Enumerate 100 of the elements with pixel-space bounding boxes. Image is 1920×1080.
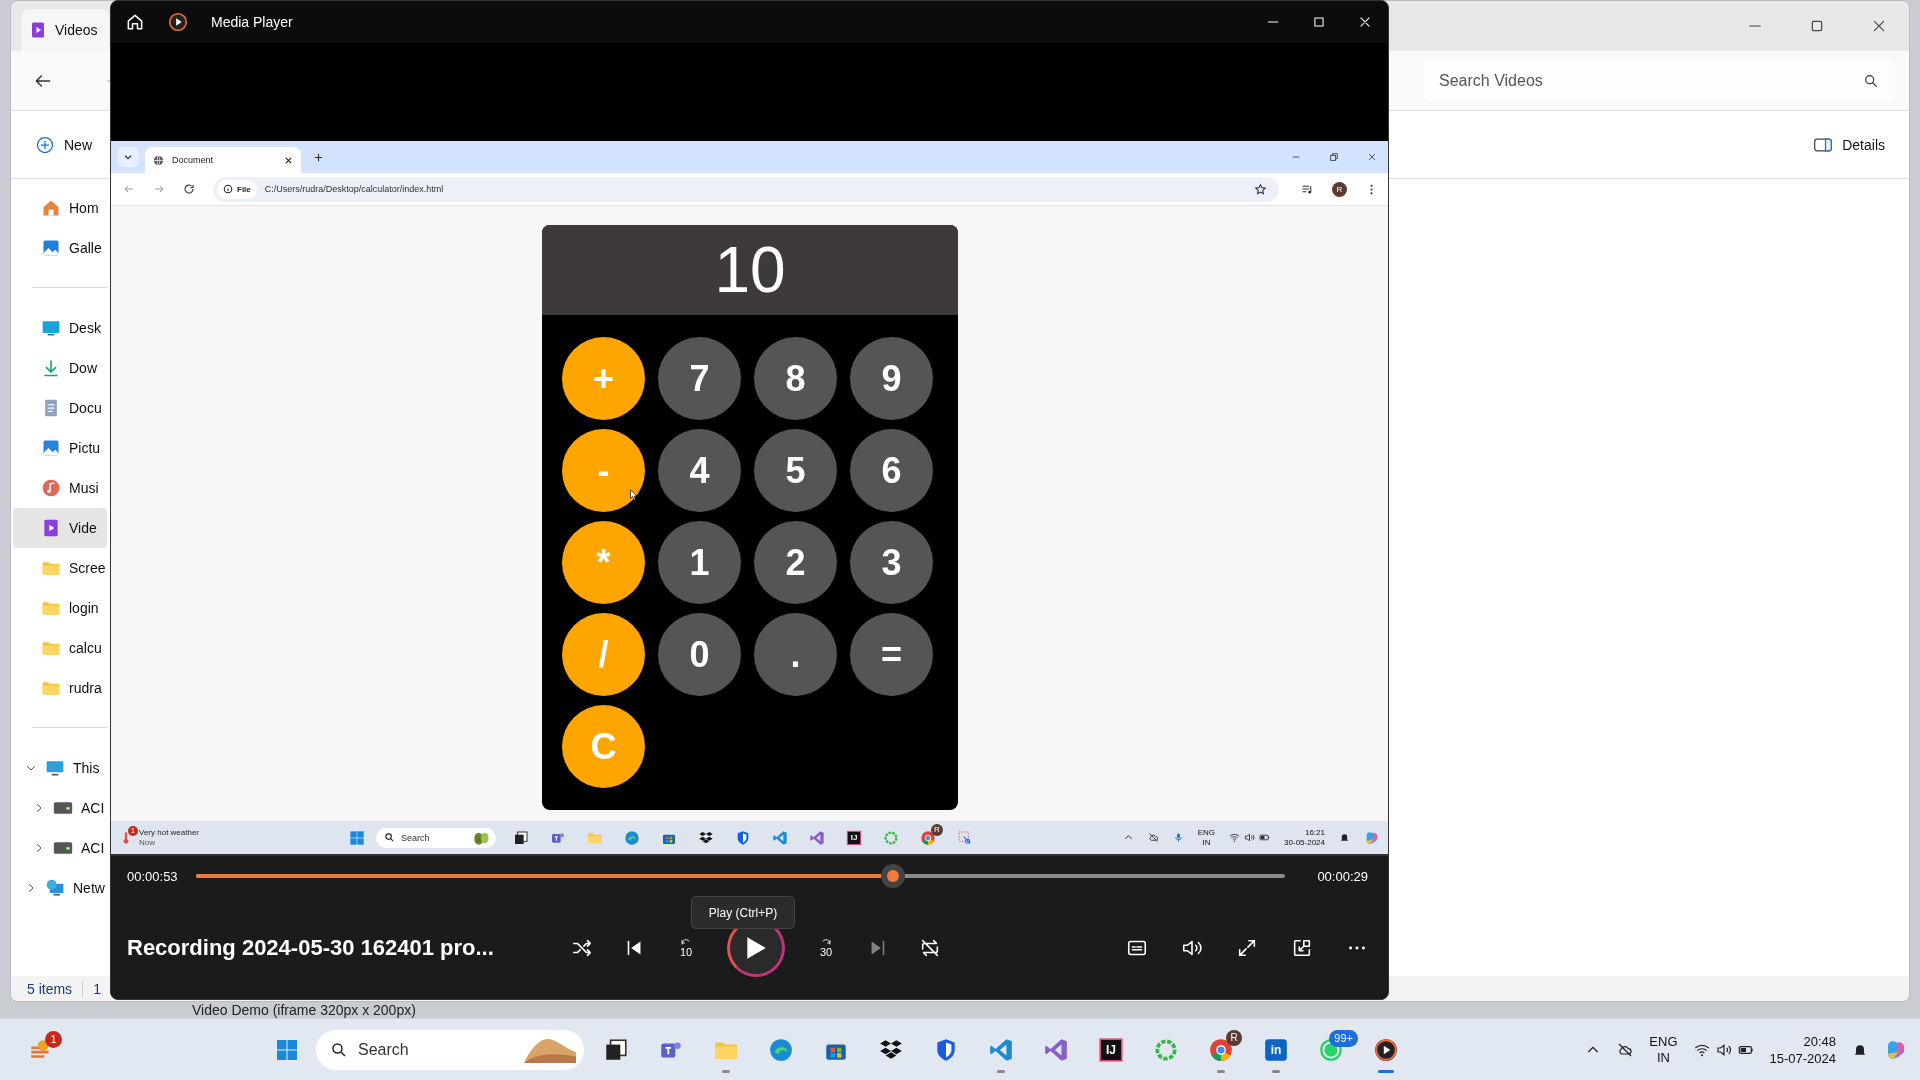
- infinity-icon[interactable]: [1043, 1036, 1069, 1063]
- plus-icon[interactable]: [313, 151, 324, 163]
- clock[interactable]: 16:21 30-05-2024: [1284, 827, 1325, 848]
- search-icon: [384, 832, 395, 843]
- nav-item[interactable]: ACI: [13, 828, 107, 868]
- nav-item[interactable]: Netw: [13, 868, 107, 908]
- language-indicator[interactable]: ENG IN: [1649, 1033, 1678, 1066]
- bell-icon[interactable]: [1339, 832, 1350, 843]
- site-info-chip[interactable]: File: [217, 179, 257, 199]
- nav-item[interactable]: Vide: [13, 508, 107, 548]
- calculator-key[interactable]: .: [754, 613, 837, 696]
- microphone-icon[interactable]: [1172, 832, 1184, 843]
- shield-icon[interactable]: [735, 829, 751, 846]
- calculator-key[interactable]: 3: [850, 521, 933, 604]
- skip-back-button[interactable]: 10: [675, 937, 697, 958]
- search-field[interactable]: Search: [376, 827, 496, 848]
- nav-item[interactable]: Scree: [13, 548, 107, 588]
- calculator-key[interactable]: 2: [754, 521, 837, 604]
- nav-item[interactable]: Pictu: [13, 428, 107, 468]
- cloud-off-icon[interactable]: [1617, 1041, 1634, 1058]
- windows-stack-icon[interactable]: [513, 829, 529, 846]
- reload-icon[interactable]: [183, 183, 195, 195]
- home-icon[interactable]: [125, 12, 145, 32]
- browser-icon[interactable]: [920, 829, 936, 846]
- nav-item[interactable]: Hom: [13, 188, 107, 228]
- calculator-key[interactable]: 8: [754, 337, 837, 420]
- nav-item[interactable]: This: [13, 748, 107, 788]
- calculator-key[interactable]: 9: [850, 337, 933, 420]
- window-tab[interactable]: Videos: [21, 9, 109, 51]
- app-badge: 99+: [1329, 1029, 1358, 1047]
- ribbon-icon[interactable]: [988, 1036, 1014, 1063]
- nav-item[interactable]: Desk: [13, 308, 107, 348]
- search-icon[interactable]: [1863, 72, 1879, 89]
- calculator-key[interactable]: 6: [850, 429, 933, 512]
- start-icon[interactable]: [275, 1037, 299, 1062]
- quick-settings-button[interactable]: [1693, 1041, 1754, 1058]
- download-icon: [41, 358, 61, 378]
- wave-icon[interactable]: [768, 1036, 794, 1063]
- monitor-icon: [45, 758, 65, 778]
- nav-item[interactable]: calcu: [13, 628, 107, 668]
- wave-icon[interactable]: [624, 829, 640, 846]
- tab-menu-button[interactable]: [117, 147, 139, 167]
- search-icon: [330, 1040, 348, 1059]
- infinity-icon[interactable]: [809, 829, 825, 846]
- restore-icon[interactable]: [1329, 152, 1339, 162]
- nav-item[interactable]: Docu: [13, 388, 107, 428]
- cloud-off-icon[interactable]: [1147, 832, 1159, 843]
- search-field[interactable]: Search Videos: [1423, 60, 1895, 101]
- calculator-key[interactable]: 1: [658, 521, 741, 604]
- forward-arrow-icon[interactable]: [153, 183, 165, 195]
- globe-monitor-icon: [45, 878, 65, 898]
- app-badge: R: [931, 823, 943, 836]
- nav-item[interactable]: Galle: [13, 228, 107, 268]
- windows-stack-icon[interactable]: [603, 1036, 629, 1063]
- maximize-icon[interactable]: [1809, 18, 1825, 34]
- close-icon[interactable]: [1871, 18, 1887, 34]
- details-button[interactable]: Details: [1807, 127, 1891, 162]
- close-icon[interactable]: [1367, 152, 1377, 162]
- sparkle-icon[interactable]: [1364, 829, 1380, 846]
- app-logo-icon[interactable]: IJ: [846, 829, 862, 846]
- seek-handle[interactable]: [881, 864, 906, 888]
- start-icon[interactable]: [349, 829, 365, 846]
- maximize-icon[interactable]: [1312, 15, 1326, 29]
- quick-settings-button[interactable]: [1229, 832, 1271, 843]
- calculator-key[interactable]: 0: [658, 613, 741, 696]
- search-field[interactable]: Search: [316, 1029, 584, 1070]
- close-icon[interactable]: [284, 155, 293, 165]
- language-indicator[interactable]: ENG IN: [1197, 827, 1216, 848]
- weather-text: Very hot weather: [139, 827, 200, 838]
- clock[interactable]: 20:48 15-07-2024: [1769, 1032, 1836, 1067]
- browser-tab[interactable]: Document: [145, 147, 301, 173]
- ribbon-icon[interactable]: [772, 829, 788, 846]
- app-logo-icon[interactable]: IJ: [1098, 1036, 1124, 1063]
- calculator-key[interactable]: =: [850, 613, 933, 696]
- landscape-icon: [524, 1036, 576, 1063]
- new-button[interactable]: New: [29, 127, 98, 162]
- skip-forward-button[interactable]: 30: [815, 937, 837, 958]
- close-icon[interactable]: [1358, 15, 1372, 29]
- scissors-icon[interactable]: [957, 829, 973, 846]
- star-icon[interactable]: [1254, 182, 1267, 196]
- tooltip: Play (Ctrl+P): [691, 896, 795, 929]
- address-bar[interactable]: File C:/Users/rudra/Desktop/calculator/index.html: [213, 176, 1279, 202]
- window-text: Video Demo (iframe 320px x 200px): [192, 1002, 416, 1018]
- wifi-icon: [1229, 832, 1241, 843]
- calculator-key[interactable]: 7: [658, 337, 741, 420]
- calculator-key[interactable]: 5: [754, 429, 837, 512]
- info-icon: [223, 184, 233, 194]
- play-icon[interactable]: [1373, 1036, 1399, 1063]
- nav-item[interactable]: Dow: [13, 348, 107, 388]
- profile-avatar[interactable]: R: [1332, 181, 1347, 197]
- nav-item[interactable]: login: [13, 588, 107, 628]
- nav-item[interactable]: ACI: [13, 788, 107, 828]
- seek-bar[interactable]: [195, 864, 1286, 888]
- nav-item[interactable]: Musi: [13, 468, 107, 508]
- app-logo-icon[interactable]: in: [1263, 1036, 1289, 1063]
- nav-item[interactable]: rudra: [13, 668, 107, 708]
- globe-icon: [153, 154, 164, 166]
- box-icon[interactable]: [698, 829, 714, 846]
- calculator-key[interactable]: 4: [658, 429, 741, 512]
- elapsed-time: 00:00:53: [127, 868, 178, 884]
